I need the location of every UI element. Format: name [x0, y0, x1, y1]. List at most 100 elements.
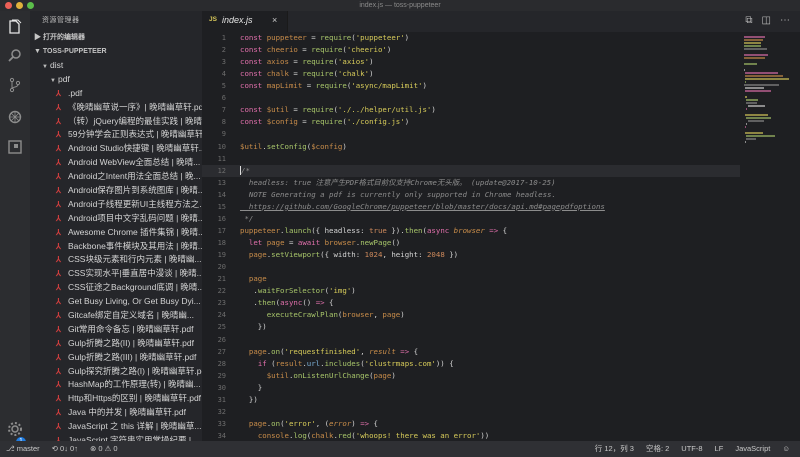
file-item[interactable]: ⅄ Android子线程更新UI主线程方法之...: [30, 198, 202, 212]
code-line[interactable]: 13 headless: true 注意产生PDF格式目前仅支持Chrome无头…: [202, 177, 740, 189]
pdf-file-icon: ⅄: [56, 116, 61, 126]
minimap-line: [744, 39, 763, 41]
code-line[interactable]: 2 const cheerio = require('cheerio'): [202, 44, 740, 56]
file-item[interactable]: ⅄ Get Busy Living, Or Get Busy Dyi...: [30, 295, 202, 309]
file-item[interactable]: ⅄ HashMap的工作原理(转) | 晚晴幽...: [30, 378, 202, 392]
cursor-position[interactable]: 行 12，列 3: [595, 441, 634, 457]
file-item[interactable]: ⅄ Backbone事件模块及其用法 | 晚晴...: [30, 240, 202, 254]
minimap[interactable]: [740, 32, 800, 441]
file-item[interactable]: ⅄ CSS实现水平|垂直居中漫谈 | 晚晴...: [30, 267, 202, 281]
file-item[interactable]: ⅄ Android WebView全面总结 | 晚晴...: [30, 156, 202, 170]
explorer-icon[interactable]: [7, 19, 23, 35]
code-line[interactable]: 4 const chalk = require('chalk'): [202, 68, 740, 80]
file-item[interactable]: ⅄ Android保存图片到系统图库 | 晚晴...: [30, 184, 202, 198]
file-item[interactable]: ⅄ JavaScript 之 this 详解 | 晚晴幽草...: [30, 420, 202, 434]
feedback-smile-icon[interactable]: ☺: [782, 441, 790, 457]
code-line[interactable]: 5 const mapLimit = require('async/mapLimi…: [202, 80, 740, 92]
code-line[interactable]: 21 page: [202, 273, 740, 285]
code-line[interactable]: 8 const $config = require('./config.js'): [202, 116, 740, 128]
zoom-window-button[interactable]: [27, 2, 34, 9]
branch-indicator[interactable]: ⎇ master: [6, 441, 40, 457]
code-line[interactable]: 28 if (result.url.includes('clustrmaps.c…: [202, 358, 740, 370]
extensions-icon[interactable]: [7, 139, 23, 155]
file-item[interactable]: ⅄ Gulp探究折腾之路(I) | 晚晴幽草轩.pdf: [30, 365, 202, 379]
code-line[interactable]: 20: [202, 261, 740, 273]
folder-pdf[interactable]: ▼ pdf: [30, 73, 202, 87]
close-window-button[interactable]: [5, 2, 12, 9]
indentation[interactable]: 空格: 2: [646, 441, 669, 457]
code-text: const $util = require('./../helper/util.…: [240, 105, 436, 115]
minimize-window-button[interactable]: [16, 2, 23, 9]
code-line[interactable]: 22 .waitForSelector('img'): [202, 285, 740, 297]
code-line[interactable]: 1 const puppeteer = require('puppeteer'): [202, 32, 740, 44]
code-line[interactable]: 33 page.on('error', (error) => {: [202, 418, 740, 430]
minimap-line: [745, 141, 747, 143]
code-line[interactable]: 12 /*: [202, 164, 740, 177]
code-line[interactable]: 29 $util.onListenUrlChange(page): [202, 370, 740, 382]
open-editors-section[interactable]: ▶ 打开的编辑器: [30, 31, 202, 45]
code-line[interactable]: 31 }): [202, 394, 740, 406]
file-item[interactable]: ⅄ Android项目中文字乱码问题 | 晚晴...: [30, 212, 202, 226]
file-item[interactable]: ⅄ Awesome Chrome 插件集锦 | 晚晴...: [30, 226, 202, 240]
line-ending[interactable]: LF: [715, 441, 724, 457]
file-item[interactable]: ⅄ Http和Https的区别 | 晚晴幽草轩.pdf: [30, 392, 202, 406]
tab-index-js[interactable]: JS index.js ×: [202, 11, 288, 32]
problems-indicator[interactable]: ⊗ 0 ⚠ 0: [90, 441, 118, 457]
close-icon[interactable]: ×: [272, 15, 277, 25]
line-number: 28: [217, 359, 226, 368]
code-line[interactable]: 27 page.on('requestfinished', result => …: [202, 346, 740, 358]
file-item[interactable]: ⅄ 《晚晴幽草说一序》| 晚晴幽草轩.pdf: [30, 101, 202, 115]
file-item[interactable]: ⅄ Android之Intent用法全面总结 | 晚...: [30, 170, 202, 184]
file-item[interactable]: ⅄ （转）jQuery编程的最佳实践 | 晚晴...: [30, 115, 202, 129]
code-line[interactable]: 23 .then(async() => {: [202, 297, 740, 309]
settings-gear-icon[interactable]: [7, 421, 23, 437]
code-line[interactable]: 10 $util.setConfig($config): [202, 141, 740, 153]
code-line[interactable]: 3 const axios = require('axios'): [202, 56, 740, 68]
search-icon[interactable]: [7, 47, 23, 63]
code-line[interactable]: 17 puppeteer.launch({ headless: true }).t…: [202, 225, 740, 237]
code-line[interactable]: 15 https://github.com/GoogleChrome/puppe…: [202, 201, 740, 213]
code-line[interactable]: 19 page.setViewport({ width: 1024, heigh…: [202, 249, 740, 261]
debug-icon[interactable]: [7, 109, 23, 125]
folder-dist[interactable]: ▼ dist: [30, 59, 202, 73]
file-item[interactable]: ⅄ 59分钟学会正则表达式 | 晚晴幽草轩.pdf: [30, 128, 202, 142]
code-line[interactable]: 25 }): [202, 321, 740, 333]
code-line[interactable]: 34 console.log(chalk.red('whoops! there …: [202, 430, 740, 441]
file-item[interactable]: ⅄ Gulp折腾之路(II) | 晚晴幽草轩.pdf: [30, 337, 202, 351]
sync-indicator[interactable]: ⟲ 0↓ 0↑: [52, 441, 78, 457]
code-line[interactable]: 24 executeCrawlPlan(browser, page): [202, 309, 740, 321]
minimap-line: [745, 96, 748, 98]
line-number: 13: [217, 178, 226, 187]
code-line[interactable]: 14 NOTE Generating a pdf is currently on…: [202, 189, 740, 201]
file-item[interactable]: ⅄ Android Studio快捷键 | 晚晴幽草轩...: [30, 142, 202, 156]
file-item[interactable]: ⅄ Gulp折腾之路(III) | 晚晴幽草轩.pdf: [30, 351, 202, 365]
file-item[interactable]: ⅄ .pdf: [30, 87, 202, 101]
split-editor-icon[interactable]: ◫: [762, 15, 771, 26]
file-item[interactable]: ⅄ Git常用命令备忘 | 晚晴幽草轩.pdf: [30, 323, 202, 337]
code-line[interactable]: 16 */: [202, 213, 740, 225]
code-line[interactable]: 30 }: [202, 382, 740, 394]
code-line[interactable]: 7 const $util = require('./../helper/util…: [202, 104, 740, 116]
language-mode[interactable]: JavaScript: [735, 441, 770, 457]
file-item[interactable]: ⅄ CSS征途之Background底调 | 晚晴...: [30, 281, 202, 295]
file-item[interactable]: ⅄ CSS块级元素和行内元素 | 晚晴幽...: [30, 253, 202, 267]
file-item[interactable]: ⅄ Gitcafe绑定自定义域名 | 晚晴幽...: [30, 309, 202, 323]
code-line[interactable]: 26: [202, 334, 740, 346]
project-section[interactable]: ▼ TOSS-PUPPETEER: [30, 45, 202, 59]
more-actions-icon[interactable]: ⋯: [780, 15, 790, 26]
source-control-icon[interactable]: [7, 77, 23, 93]
encoding[interactable]: UTF-8: [681, 441, 702, 457]
window-controls[interactable]: [5, 2, 34, 9]
line-number: 24: [217, 311, 226, 320]
open-changes-icon[interactable]: ⧉: [745, 15, 752, 26]
file-item[interactable]: ⅄ Java 中的并发 | 晚晴幽草轩.pdf: [30, 406, 202, 420]
code-editor[interactable]: 1 const puppeteer = require('puppeteer') 2…: [202, 32, 740, 441]
code-line[interactable]: 18 let page = await browser.newPage(): [202, 237, 740, 249]
code-line[interactable]: 32: [202, 406, 740, 418]
file-label: 《晚晴幽草说一序》| 晚晴幽草轩.pdf: [68, 101, 202, 112]
file-item[interactable]: ⅄ JavaScript 字符串实用常操纪要 | ...: [30, 434, 202, 441]
code-line[interactable]: 9: [202, 128, 740, 140]
code-line[interactable]: 6: [202, 92, 740, 104]
code-line[interactable]: 11: [202, 153, 740, 165]
minimap-line: [745, 78, 790, 80]
